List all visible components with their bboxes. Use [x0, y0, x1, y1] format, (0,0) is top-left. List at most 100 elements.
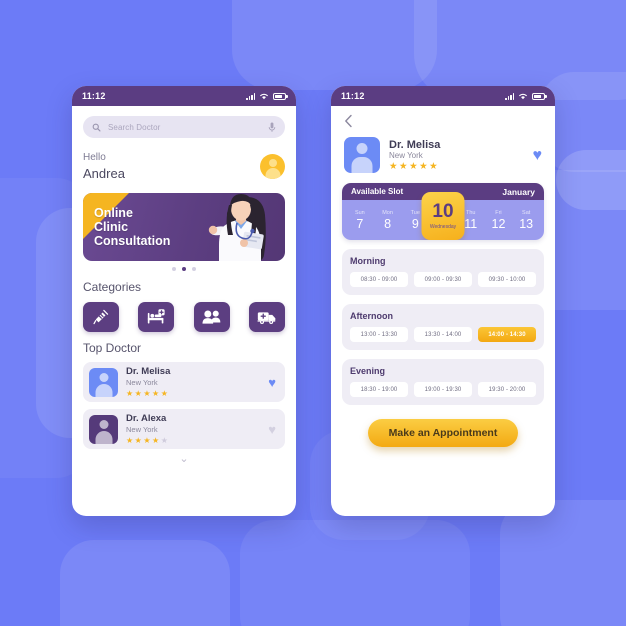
- avatar[interactable]: [260, 154, 285, 179]
- wifi-icon: [519, 93, 527, 100]
- banner-text: Online Clinic Consultation: [94, 206, 170, 248]
- star-icon: ★: [134, 435, 142, 445]
- period-title: Afternoon: [350, 311, 393, 321]
- avatar-body: [351, 157, 373, 173]
- avatar-body: [265, 168, 280, 179]
- favorite-heart-icon[interactable]: ♥: [268, 423, 276, 436]
- microphone-icon[interactable]: [268, 121, 276, 133]
- doctor-avatar: [89, 414, 118, 444]
- doctors-group-icon: [202, 310, 220, 324]
- female-doctor-illustration: [208, 194, 266, 261]
- greeting-text: Hello Andrea: [83, 151, 125, 182]
- date-dow: Sun: [354, 209, 365, 216]
- make-appointment-button[interactable]: Make an Appointment: [368, 419, 518, 447]
- banner-line-2: Clinic: [94, 220, 129, 234]
- appointment-screen-mockup: 11:12 Dr. Melisa New York ★ ★ ★ ★ ★ ♥ Av…: [331, 86, 555, 516]
- star-icon: ★: [409, 161, 418, 172]
- banner-line-1: Online: [94, 206, 133, 220]
- doctor-info: Dr. Melisa New York ★ ★ ★ ★ ★: [389, 139, 524, 172]
- rating-stars: ★ ★ ★ ★ ★: [389, 162, 524, 172]
- category-doctors-group[interactable]: [193, 302, 230, 332]
- category-ambulance[interactable]: [248, 302, 285, 332]
- period-title: Morning: [350, 256, 386, 266]
- star-icon: ★: [152, 388, 160, 398]
- star-icon: ★: [160, 388, 168, 398]
- greeting-name: Andrea: [83, 166, 125, 181]
- time-slot-chip[interactable]: 18:30 - 19:00: [350, 382, 408, 397]
- rating-stars: ★ ★ ★ ★ ★: [126, 388, 260, 398]
- date-dow: Mon: [382, 209, 393, 216]
- doctor-location: New York: [389, 150, 423, 160]
- status-bar-time: 11:12: [82, 91, 106, 101]
- doctor-info: Dr. Alexa New York ★ ★ ★ ★ ★: [126, 413, 260, 445]
- carousel-dot[interactable]: [192, 267, 196, 271]
- home-content: Search Doctor Hello Andrea Online Clinic: [72, 106, 296, 465]
- favorite-heart-icon[interactable]: ♥: [533, 147, 543, 163]
- doctor-location: New York: [126, 378, 158, 388]
- date-number: 12: [491, 216, 506, 231]
- status-bar-icons: [505, 92, 547, 100]
- favorite-heart-icon[interactable]: ♥: [268, 376, 276, 389]
- rating-stars: ★ ★ ★ ★ ★: [126, 435, 260, 445]
- slot-chip-row: 08:30 - 09:00 09:00 - 09:30 09:30 - 10:0…: [350, 272, 536, 287]
- calendar-month[interactable]: January: [502, 187, 535, 197]
- greeting-hello: Hello: [83, 152, 106, 163]
- time-slot-chip[interactable]: 19:30 - 20:00: [478, 382, 536, 397]
- avatar-head: [99, 372, 108, 382]
- search-input[interactable]: Search Doctor: [83, 116, 285, 138]
- date-cell[interactable]: Sat 13: [512, 209, 540, 232]
- status-bar-time: 11:12: [341, 91, 365, 101]
- categories-row: [83, 302, 285, 332]
- avatar-head: [356, 143, 368, 154]
- search-icon: [92, 123, 101, 132]
- slot-chip-row: 18:30 - 19:00 19:00 - 19:30 19:30 - 20:0…: [350, 382, 536, 397]
- categories-title: Categories: [83, 280, 142, 294]
- time-slot-chip[interactable]: 09:00 - 09:30: [414, 272, 472, 287]
- promo-banner[interactable]: Online Clinic Consultation: [83, 193, 285, 261]
- category-syringe[interactable]: [83, 302, 119, 332]
- star-icon: ★: [429, 161, 438, 172]
- ambulance-icon: [257, 312, 276, 324]
- background-shape: [60, 540, 230, 626]
- chevron-down-icon[interactable]: ⌄: [83, 454, 285, 465]
- date-cell[interactable]: Fri 12: [485, 209, 513, 232]
- time-slot-chip[interactable]: 13:00 - 13:30: [350, 327, 408, 342]
- period-title: Evening: [350, 366, 386, 376]
- time-slot-chip[interactable]: 13:30 - 14:00: [414, 327, 472, 342]
- date-cell[interactable]: Mon 8: [374, 209, 402, 232]
- table-row[interactable]: Dr. Melisa New York ★ ★ ★ ★ ★ ♥: [83, 362, 285, 402]
- avatar-body: [95, 383, 112, 397]
- time-slot-chip[interactable]: 09:30 - 10:00: [478, 272, 536, 287]
- carousel-dots[interactable]: [83, 267, 285, 271]
- star-icon: ★: [152, 435, 160, 445]
- signal-icon: [505, 92, 514, 100]
- carousel-dot[interactable]: [172, 267, 176, 271]
- wifi-icon: [260, 93, 268, 100]
- doctor-name: Dr. Melisa: [389, 138, 441, 151]
- star-icon: ★: [143, 435, 151, 445]
- date-cell-selected[interactable]: 10 Wednesday: [421, 192, 465, 240]
- time-slot-chip-selected[interactable]: 14:00 - 14:30: [478, 327, 536, 342]
- date-number: 7: [356, 216, 364, 231]
- carousel-dot-active[interactable]: [182, 267, 186, 271]
- star-icon: ★: [419, 161, 428, 172]
- back-button[interactable]: [342, 114, 544, 130]
- date-cell[interactable]: Sun 7: [346, 209, 374, 232]
- signal-icon: [246, 92, 255, 100]
- time-slot-chip[interactable]: 08:30 - 09:00: [350, 272, 408, 287]
- available-slot-calendar: Available Slot January Sun 7 Mon 8 Tue 9: [342, 183, 544, 240]
- battery-icon: [532, 92, 547, 100]
- chevron-left-icon: [345, 114, 352, 128]
- period-morning: Morning 08:30 - 09:00 09:00 - 09:30 09:3…: [342, 249, 544, 295]
- time-slot-chip[interactable]: 19:00 - 19:30: [414, 382, 472, 397]
- table-row[interactable]: Dr. Alexa New York ★ ★ ★ ★ ★ ♥: [83, 409, 285, 449]
- selected-date-dow: Wednesday: [429, 224, 457, 230]
- appointment-content: Dr. Melisa New York ★ ★ ★ ★ ★ ♥ Availabl…: [331, 106, 555, 447]
- background-shape: [232, 0, 437, 90]
- category-hospital-bed[interactable]: [138, 302, 175, 332]
- banner-line-3: Consultation: [94, 234, 171, 248]
- syringe-icon: [93, 309, 109, 325]
- doctor-list: Dr. Melisa New York ★ ★ ★ ★ ★ ♥ Dr. Alex…: [83, 362, 285, 449]
- doctor-name: Dr. Alexa: [126, 413, 167, 425]
- slot-chip-row: 13:00 - 13:30 13:30 - 14:00 14:00 - 14:3…: [350, 327, 536, 342]
